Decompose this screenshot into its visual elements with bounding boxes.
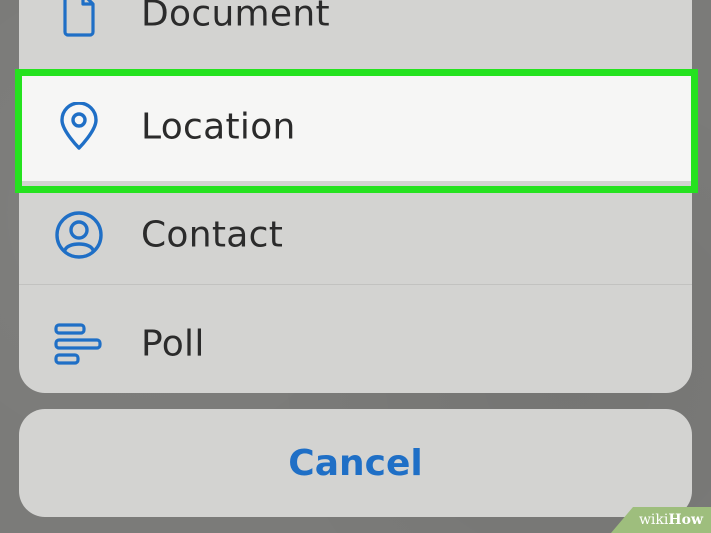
poll-icon <box>53 318 105 370</box>
menu-item-poll[interactable]: Poll <box>19 290 692 393</box>
menu-item-label: Contact <box>141 214 284 256</box>
menu-item-label: Document <box>141 0 330 35</box>
watermark-how-text: How <box>668 512 703 528</box>
cancel-label: Cancel <box>288 442 423 484</box>
menu-item-label: Poll <box>141 323 205 365</box>
location-pin-icon <box>53 101 105 153</box>
menu-item-contact[interactable]: Contact <box>19 181 692 289</box>
menu-item-location[interactable]: Location <box>19 73 692 181</box>
menu-item-label: Location <box>141 106 296 148</box>
menu-item-document[interactable]: Document <box>19 0 692 68</box>
divider <box>19 284 692 285</box>
document-icon <box>53 0 105 40</box>
cancel-button[interactable]: Cancel <box>19 409 692 517</box>
attachment-action-sheet: Document Location Contact Poll <box>19 0 692 393</box>
contact-icon <box>53 209 105 261</box>
watermark-wiki-text: wiki <box>638 512 669 528</box>
